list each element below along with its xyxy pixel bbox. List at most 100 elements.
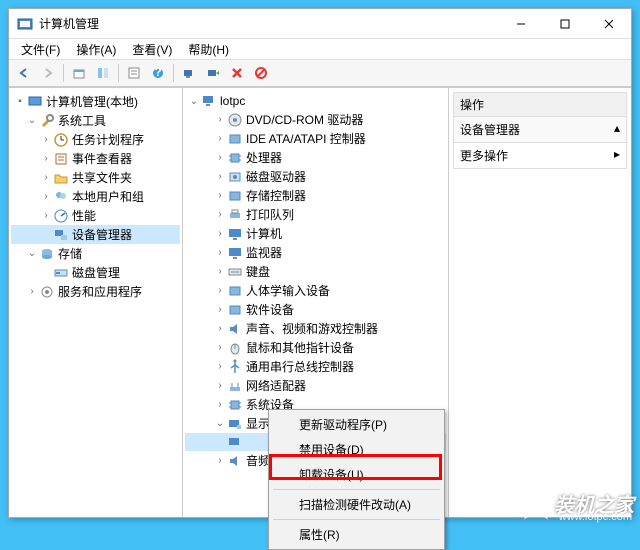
chevron-right-icon[interactable]: › — [213, 323, 227, 334]
tree-task-scheduler[interactable]: › 任务计划程序 — [11, 130, 180, 149]
chevron-right-icon[interactable]: › — [39, 191, 53, 202]
chevron-right-icon[interactable]: › — [213, 455, 227, 466]
device-category[interactable]: ›软件设备 — [185, 300, 446, 319]
chevron-right-icon[interactable]: › — [39, 210, 53, 221]
shared-folder-icon — [53, 170, 69, 186]
actions-pane: 操作 设备管理器 ▴ 更多操作 ▸ — [449, 88, 631, 517]
chevron-right-icon[interactable]: › — [213, 152, 227, 163]
update-driver-button[interactable] — [202, 62, 224, 84]
device-icon — [227, 321, 243, 337]
chevron-right-icon[interactable]: › — [213, 190, 227, 201]
properties-button[interactable] — [123, 62, 145, 84]
collapse-icon[interactable]: ▴ — [614, 121, 620, 138]
scan-hardware-button[interactable] — [178, 62, 200, 84]
close-button[interactable] — [587, 9, 631, 38]
device-category[interactable]: ›键盘 — [185, 262, 446, 281]
device-category[interactable]: ›磁盘驱动器 — [185, 167, 446, 186]
tree-system-tools[interactable]: ⌄ 系统工具 — [11, 111, 180, 130]
chevron-right-icon[interactable]: › — [213, 114, 227, 125]
back-button[interactable] — [13, 62, 35, 84]
watermark: 装机之家 www.lotpc.com — [518, 485, 634, 521]
ctx-update-driver[interactable]: 更新驱动程序(P) — [271, 412, 442, 437]
chevron-right-icon[interactable]: › — [213, 228, 227, 239]
ctx-properties[interactable]: 属性(R) — [271, 522, 442, 547]
menu-view[interactable]: 查看(V) — [128, 40, 176, 59]
chevron-right-icon[interactable]: › — [213, 380, 227, 391]
display-adapter-icon — [227, 434, 243, 450]
help-button[interactable]: ? — [147, 62, 169, 84]
device-icon — [227, 397, 243, 413]
chevron-right-icon[interactable]: › — [213, 304, 227, 315]
chevron-right-icon[interactable]: › — [213, 133, 227, 144]
console-tree-pane[interactable]: ▪ 计算机管理(本地) ⌄ 系统工具 › 任务计划程序 › 事件查看器 › — [9, 88, 183, 517]
menu-help[interactable]: 帮助(H) — [184, 40, 233, 59]
services-icon — [39, 284, 55, 300]
chevron-right-icon[interactable]: › — [213, 247, 227, 258]
event-icon — [53, 151, 69, 167]
titlebar: 计算机管理 — [9, 9, 631, 39]
actions-more[interactable]: 更多操作 ▸ — [453, 143, 627, 169]
up-button[interactable] — [68, 62, 90, 84]
submenu-icon: ▸ — [614, 147, 620, 164]
chevron-down-icon[interactable]: ⌄ — [25, 248, 39, 259]
device-category[interactable]: ›处理器 — [185, 148, 446, 167]
device-icon — [227, 150, 243, 166]
tree-event-viewer[interactable]: › 事件查看器 — [11, 149, 180, 168]
actions-section-device-manager[interactable]: 设备管理器 ▴ — [453, 117, 627, 143]
tools-icon — [39, 113, 55, 129]
device-category[interactable]: ›人体学输入设备 — [185, 281, 446, 300]
device-category[interactable]: ›鼠标和其他指针设备 — [185, 338, 446, 357]
tree-performance[interactable]: › 性能 — [11, 206, 180, 225]
chevron-right-icon[interactable]: › — [213, 171, 227, 182]
tree-storage[interactable]: ⌄ 存储 — [11, 244, 180, 263]
device-category[interactable]: ›监视器 — [185, 243, 446, 262]
forward-button[interactable] — [37, 62, 59, 84]
show-hide-button[interactable] — [92, 62, 114, 84]
chevron-right-icon[interactable]: › — [213, 342, 227, 353]
device-icon — [227, 283, 243, 299]
chevron-right-icon[interactable]: › — [213, 361, 227, 372]
svg-text:?: ? — [154, 66, 161, 79]
device-category[interactable]: ›DVD/CD-ROM 驱动器 — [185, 110, 446, 129]
tree-device-manager[interactable]: 设备管理器 — [11, 225, 180, 244]
uninstall-button[interactable] — [226, 62, 248, 84]
chevron-down-icon[interactable]: ⌄ — [213, 418, 227, 429]
expander-icon[interactable]: ▪ — [13, 96, 27, 107]
device-root[interactable]: ⌄ lotpc — [185, 92, 446, 110]
device-icon — [227, 112, 243, 128]
device-category[interactable]: ›网络适配器 — [185, 376, 446, 395]
chevron-right-icon[interactable]: › — [213, 285, 227, 296]
ctx-uninstall-device[interactable]: 卸载设备(U) — [271, 462, 442, 487]
chevron-down-icon[interactable]: ⌄ — [25, 115, 39, 126]
tree-root[interactable]: ▪ 计算机管理(本地) — [11, 92, 180, 111]
chevron-right-icon[interactable]: › — [25, 286, 39, 297]
tree-services-apps[interactable]: › 服务和应用程序 — [11, 282, 180, 301]
ctx-scan-hardware[interactable]: 扫描检测硬件改动(A) — [271, 492, 442, 517]
device-list: ›DVD/CD-ROM 驱动器›IDE ATA/ATAPI 控制器›处理器›磁盘… — [185, 110, 446, 433]
chevron-down-icon[interactable]: ⌄ — [187, 96, 201, 107]
chevron-right-icon[interactable]: › — [39, 134, 53, 145]
menu-action[interactable]: 操作(A) — [72, 40, 120, 59]
ctx-disable-device[interactable]: 禁用设备(D) — [271, 437, 442, 462]
device-category[interactable]: ›打印队列 — [185, 205, 446, 224]
disable-button[interactable] — [250, 62, 272, 84]
chevron-right-icon[interactable]: › — [213, 266, 227, 277]
device-category[interactable]: ›计算机 — [185, 224, 446, 243]
clock-icon — [53, 132, 69, 148]
menubar: 文件(F) 操作(A) 查看(V) 帮助(H) — [9, 39, 631, 59]
chevron-right-icon[interactable]: › — [39, 172, 53, 183]
chevron-right-icon[interactable]: › — [213, 209, 227, 220]
chevron-right-icon[interactable]: › — [39, 153, 53, 164]
tree-disk-management[interactable]: 磁盘管理 — [11, 263, 180, 282]
tree-shared-folders[interactable]: › 共享文件夹 — [11, 168, 180, 187]
menu-file[interactable]: 文件(F) — [17, 40, 64, 59]
chevron-right-icon[interactable]: › — [213, 399, 227, 410]
device-category[interactable]: ›通用串行总线控制器 — [185, 357, 446, 376]
maximize-button[interactable] — [543, 9, 587, 38]
device-category[interactable]: ›存储控制器 — [185, 186, 446, 205]
tree-local-users[interactable]: › 本地用户和组 — [11, 187, 180, 206]
minimize-button[interactable] — [499, 9, 543, 38]
device-category[interactable]: ›声音、视频和游戏控制器 — [185, 319, 446, 338]
device-category[interactable]: ›IDE ATA/ATAPI 控制器 — [185, 129, 446, 148]
device-icon — [227, 264, 243, 280]
